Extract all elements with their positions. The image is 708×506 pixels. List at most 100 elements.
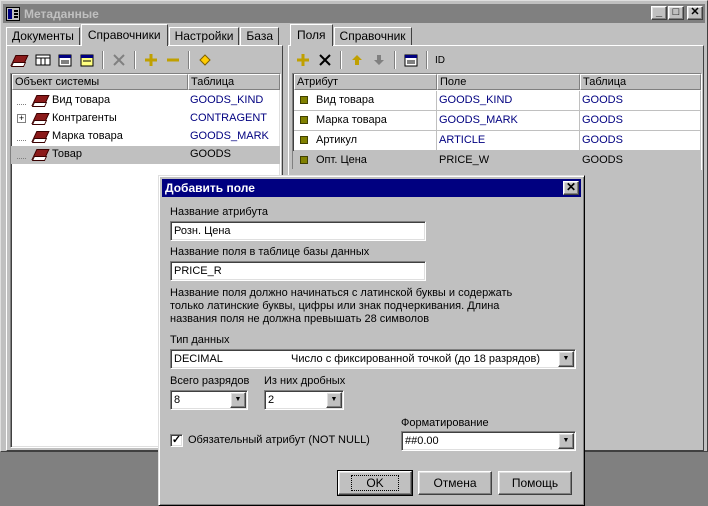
fraction-value: 2: [268, 394, 275, 406]
checkmark-icon: ✓: [171, 434, 182, 446]
column-header-attribute[interactable]: Атрибут: [294, 74, 437, 90]
column-header-table[interactable]: Таблица: [580, 74, 701, 90]
table-name: GOODS: [190, 148, 231, 160]
tree-line-icon: [17, 150, 26, 159]
ok-label: OK: [351, 475, 399, 491]
hint-line-2: только латинские буквы, цифры или знак п…: [170, 300, 500, 312]
toolbar-separator: [394, 51, 396, 69]
toolbar-separator: [188, 51, 190, 69]
minimize-button[interactable]: _: [651, 6, 667, 20]
left-tabs: Документы Справочники Настройки База: [6, 24, 280, 46]
column-header-object[interactable]: Объект системы: [12, 74, 188, 90]
column-header-field[interactable]: Поле: [437, 74, 580, 90]
tab-documents[interactable]: Документы: [6, 27, 80, 46]
diamond-icon[interactable]: [194, 49, 216, 71]
attribute-icon: [300, 116, 308, 125]
attribute-icon: [300, 156, 308, 165]
maximize-button[interactable]: □: [668, 6, 684, 20]
attr-name-input[interactable]: Розн. Цена: [170, 221, 426, 241]
close-button[interactable]: ✕: [687, 6, 703, 20]
table-name: GOODS: [580, 131, 701, 151]
tree-line-icon: [17, 132, 26, 141]
format-value: ##0.00: [405, 435, 439, 447]
id-button[interactable]: ID: [432, 49, 448, 71]
book-icon: [32, 94, 48, 106]
notnull-checkbox[interactable]: ✓: [170, 434, 183, 447]
move-down-icon[interactable]: [368, 49, 390, 71]
help-button[interactable]: Помощь: [498, 471, 572, 495]
tab-settings[interactable]: Настройки: [168, 27, 240, 46]
delete-icon[interactable]: [108, 49, 130, 71]
fields-grid: Атрибут Поле Таблица Вид товара GOODS_KIN…: [292, 73, 702, 171]
table-name: GOODS_MARK: [190, 130, 269, 142]
field-name: ARTICLE: [437, 131, 580, 151]
tab-database[interactable]: База: [240, 27, 279, 46]
notnull-label: Обязательный атрибут (NOT NULL): [188, 434, 370, 446]
properties2-icon[interactable]: [76, 49, 98, 71]
chevron-down-icon[interactable]: ▼: [558, 351, 574, 367]
data-type-select[interactable]: DECIMAL Число с фиксированной точкой (до…: [170, 349, 576, 369]
object-name: Товар: [52, 148, 82, 160]
right-toolbar: ID: [292, 48, 448, 72]
field-name-label: Название поля в таблице базы данных: [170, 246, 370, 258]
cancel-button[interactable]: Отмена: [418, 471, 492, 495]
column-header-table[interactable]: Таблица: [188, 74, 280, 90]
table-row[interactable]: Артикул ARTICLE GOODS: [293, 131, 701, 151]
add-icon[interactable]: [140, 49, 162, 71]
attribute-name: Вид товара: [316, 94, 375, 106]
book-icon[interactable]: [10, 49, 32, 71]
table-icon[interactable]: [32, 49, 54, 71]
tree-line-icon: [17, 96, 26, 105]
properties-icon[interactable]: [54, 49, 76, 71]
data-type-description: Число с фиксированной точкой (до 18 разр…: [291, 353, 541, 365]
chevron-down-icon[interactable]: ▼: [558, 433, 574, 449]
app-icon: [6, 6, 20, 21]
toolbar-separator: [134, 51, 136, 69]
hint-line-3: названия поля не должна превышать 28 сим…: [170, 313, 430, 325]
hint-line-1: Название поля должно начинаться с латинс…: [170, 287, 513, 299]
tab-fields[interactable]: Поля: [290, 24, 333, 46]
digits-value: 8: [174, 394, 181, 406]
delete-field-icon[interactable]: [314, 49, 336, 71]
remove-icon[interactable]: [162, 49, 184, 71]
tree-row[interactable]: Товар GOODS: [11, 146, 280, 164]
chevron-down-icon[interactable]: ▼: [230, 392, 246, 408]
attr-name-label: Название атрибута: [170, 206, 268, 218]
table-row[interactable]: Марка товара GOODS_MARK GOODS: [293, 111, 701, 131]
ok-button[interactable]: OK: [337, 470, 413, 496]
field-name: GOODS_KIND: [437, 91, 580, 111]
data-type-label: Тип данных: [170, 334, 230, 346]
window-titlebar[interactable]: Метаданные: [3, 4, 705, 23]
dialog-title: Добавить поле: [165, 181, 255, 195]
object-name: Вид товара: [52, 94, 111, 106]
attribute-name: Артикул: [316, 134, 358, 146]
format-select[interactable]: ##0.00 ▼: [401, 431, 576, 451]
tab-references[interactable]: Справочники: [80, 24, 168, 46]
expand-icon[interactable]: +: [17, 113, 26, 123]
tree-row[interactable]: + Контрагенты CONTRAGENT: [11, 110, 280, 128]
tree-row[interactable]: Марка товара GOODS_MARK: [11, 128, 280, 146]
fraction-select[interactable]: 2 ▼: [264, 390, 344, 410]
table-row[interactable]: Вид товара GOODS_KIND GOODS: [293, 91, 701, 111]
tab-reference[interactable]: Справочник: [333, 27, 412, 46]
data-type-value: DECIMAL: [174, 353, 223, 365]
table-name: GOODS: [580, 111, 701, 131]
dialog-close-button[interactable]: ✕: [563, 181, 579, 195]
move-up-icon[interactable]: [346, 49, 368, 71]
table-row[interactable]: Опт. Цена PRICE_W GOODS: [293, 151, 701, 171]
field-properties-icon[interactable]: [400, 49, 422, 71]
tree-row[interactable]: Вид товара GOODS_KIND: [11, 92, 280, 110]
digits-select[interactable]: 8 ▼: [170, 390, 248, 410]
window-title: Метаданные: [24, 6, 99, 21]
field-name: GOODS_MARK: [437, 111, 580, 131]
attribute-icon: [300, 96, 308, 105]
attribute-name: Опт. Цена: [316, 154, 367, 166]
fraction-label: Из них дробных: [264, 375, 346, 387]
dialog-titlebar[interactable]: Добавить поле ✕: [162, 179, 581, 197]
toolbar-separator: [102, 51, 104, 69]
field-name-input[interactable]: PRICE_R: [170, 261, 426, 281]
format-label: Форматирование: [401, 417, 489, 429]
digits-label: Всего разрядов: [170, 375, 250, 387]
chevron-down-icon[interactable]: ▼: [326, 392, 342, 408]
add-field-icon[interactable]: [292, 49, 314, 71]
